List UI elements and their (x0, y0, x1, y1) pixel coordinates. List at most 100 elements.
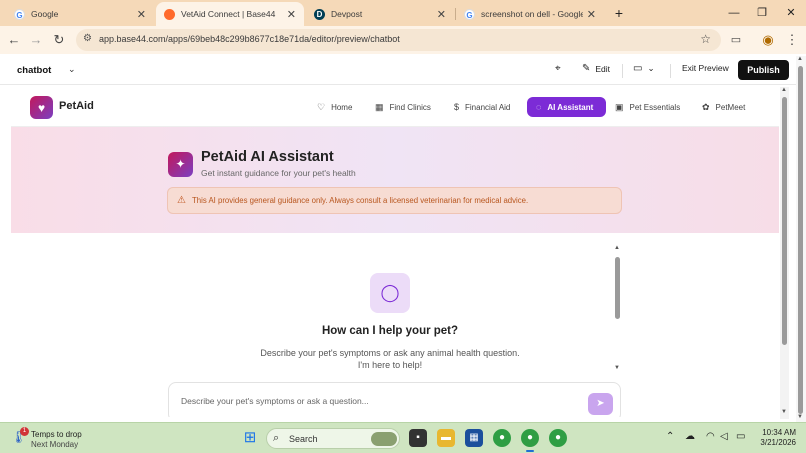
devpost-icon: D (314, 8, 325, 20)
page-scrollbar[interactable]: ▲ ▼ (796, 56, 806, 422)
scrollbar-thumb[interactable] (615, 257, 620, 319)
tab-title: VetAid Connect | Base44 (181, 9, 276, 19)
nav-item-find-clinics[interactable]: ▦ Find Clinics (366, 97, 440, 117)
chat-scrollbar[interactable]: ▲ ▼ (614, 245, 622, 371)
active-app-indicator (526, 450, 534, 452)
cast-icon[interactable]: ▭ (727, 31, 745, 49)
nav-item-petmeet[interactable]: ✿ PetMeet (693, 97, 754, 117)
sparkles-icon: ✦ (168, 152, 193, 177)
scroll-down-arrow-icon[interactable]: ▼ (781, 409, 787, 415)
message-input[interactable] (181, 393, 571, 409)
device-preview-dropdown[interactable]: ▭ ⌄ (633, 63, 655, 74)
url-text[interactable]: app.base44.com/apps/69beb48c299b8677c18e… (99, 34, 400, 44)
nav-item-home[interactable]: ♡ Home (308, 97, 361, 117)
address-bar[interactable]: ⚙ app.base44.com/apps/69beb48c299b8677c1… (76, 29, 721, 51)
maximize-button[interactable]: ❐ (750, 4, 774, 22)
back-arrow-icon[interactable]: ← (5, 31, 23, 49)
chat-area: ◯ How can I help your pet? Describe your… (11, 233, 779, 417)
tab-title: Google (31, 9, 59, 19)
store-icon[interactable]: ▦ (465, 429, 483, 447)
heart-icon: ♡ (317, 101, 326, 112)
pointer-select-icon[interactable]: ⌖ (555, 63, 561, 74)
search-label: Search (289, 434, 318, 444)
warning-icon: ⚠ (177, 195, 186, 206)
browser-tab-devpost[interactable]: D Devpost ✕ (306, 2, 454, 26)
browser-tab-google-search[interactable]: G screenshot on dell - Google Se ✕ (456, 2, 604, 26)
chrome-icon[interactable]: ● (549, 429, 567, 447)
task-view-icon[interactable]: ▪ (409, 429, 427, 447)
publish-button[interactable]: Publish (738, 60, 789, 80)
nav-label: PetMeet (715, 102, 746, 112)
wifi-icon[interactable]: ◠ (706, 431, 715, 442)
chrome-icon[interactable]: ● (521, 429, 539, 447)
site-settings-icon[interactable]: ⚙ (83, 33, 92, 44)
menu-kebab-icon[interactable]: ⋮ (783, 31, 801, 49)
petaid-logo-icon[interactable]: ♥ (30, 96, 53, 119)
taskbar-search[interactable]: ⌕ Search (266, 428, 400, 449)
nav-item-ai-assistant[interactable]: ◌ AI Assistant (527, 97, 606, 117)
page-selector-label[interactable]: chatbot (17, 65, 51, 76)
disclaimer-text: This AI provides general guidance only. … (192, 196, 529, 205)
tab-title: screenshot on dell - Google Se (481, 9, 583, 19)
close-tab-icon[interactable]: ✕ (137, 8, 146, 21)
profile-avatar-icon[interactable]: ◉ (759, 31, 777, 49)
weather-widget[interactable]: 🌡 1 Temps to drop Next Monday (11, 427, 101, 451)
search-icon: ⌕ (273, 432, 280, 444)
scrollbar-thumb[interactable] (782, 97, 787, 345)
nav-label: Find Clinics (389, 102, 431, 112)
nav-label: Financial Aid (465, 102, 511, 112)
taskbar: 🌡 1 Temps to drop Next Monday ⊞ ⌕ Search… (0, 422, 806, 453)
empty-state-heading: How can I help your pet? (321, 325, 459, 337)
magic-wand-icon: ✎ (582, 63, 591, 74)
nav-label: Pet Essentials (629, 102, 681, 112)
editor-bar: chatbot ⌄ ⌖ ✎ Edit ▭ ⌄ Exit Preview Publ… (0, 56, 806, 85)
close-window-button[interactable]: ✕ (779, 4, 803, 22)
bookmark-star-icon[interactable]: ☆ (700, 32, 711, 46)
map-icon: ▦ (375, 101, 384, 112)
chevron-down-icon: ⌄ (647, 63, 655, 73)
empty-state-description: I'm here to help! (357, 360, 423, 370)
scroll-down-arrow-icon[interactable]: ▼ (797, 414, 803, 420)
chrome-icon[interactable]: ● (493, 429, 511, 447)
scroll-up-arrow-icon[interactable]: ▲ (614, 245, 620, 251)
edit-button[interactable]: ✎ Edit (582, 63, 610, 74)
speaker-muted-icon[interactable]: ◁ (720, 431, 728, 442)
brand-name[interactable]: PetAid (59, 100, 94, 112)
cloud-offline-icon[interactable]: ☁ (685, 431, 695, 442)
browser-tab-vetaid[interactable]: VetAid Connect | Base44 ✕ (156, 2, 304, 26)
reload-icon[interactable]: ↻ (50, 31, 68, 49)
divider (670, 64, 671, 78)
exit-preview-button[interactable]: Exit Preview (682, 63, 729, 73)
edit-label: Edit (595, 63, 611, 74)
battery-icon[interactable]: ▭ (736, 431, 745, 442)
new-tab-button[interactable]: + (607, 4, 631, 22)
scroll-down-arrow-icon[interactable]: ▼ (614, 365, 620, 371)
close-tab-icon[interactable]: ✕ (287, 8, 296, 21)
send-button[interactable]: ➤ (588, 393, 613, 415)
message-input-box: ➤ (168, 382, 621, 417)
file-explorer-icon[interactable]: ▬ (437, 429, 455, 447)
page-title: PetAid AI Assistant (201, 149, 334, 165)
dollar-icon: $ (454, 102, 460, 112)
minimize-button[interactable]: — (722, 4, 746, 22)
forward-arrow-icon[interactable]: → (27, 31, 45, 49)
clock[interactable]: 10:34 AM 3/21/2026 (756, 428, 796, 448)
nav-item-pet-essentials[interactable]: ▣ Pet Essentials (606, 97, 689, 117)
close-tab-icon[interactable]: ✕ (437, 8, 446, 21)
browser-tab-google[interactable]: G Google ✕ (6, 2, 154, 26)
scroll-up-arrow-icon[interactable]: ▲ (781, 87, 787, 93)
preview-scrollbar[interactable]: ▲ ▼ (780, 87, 789, 419)
scroll-up-arrow-icon[interactable]: ▲ (797, 56, 803, 62)
google-icon: G (464, 8, 475, 20)
scrollbar-thumb[interactable] (798, 66, 803, 414)
browser-tab-strip: G Google ✕ VetAid Connect | Base44 ✕ D D… (0, 0, 806, 26)
chevron-down-icon[interactable]: ⌄ (68, 64, 76, 75)
search-highlight-art-icon (371, 432, 397, 446)
chevron-up-icon[interactable]: ⌃ (666, 431, 674, 442)
weather-subline: Next Monday (31, 440, 79, 449)
windows-start-icon[interactable]: ⊞ (241, 429, 259, 447)
close-tab-icon[interactable]: ✕ (587, 8, 596, 21)
assistant-header: ✦ PetAid AI Assistant Get instant guidan… (11, 127, 779, 233)
nav-item-financial-aid[interactable]: $ Financial Aid (445, 97, 519, 117)
google-icon: G (14, 8, 25, 20)
